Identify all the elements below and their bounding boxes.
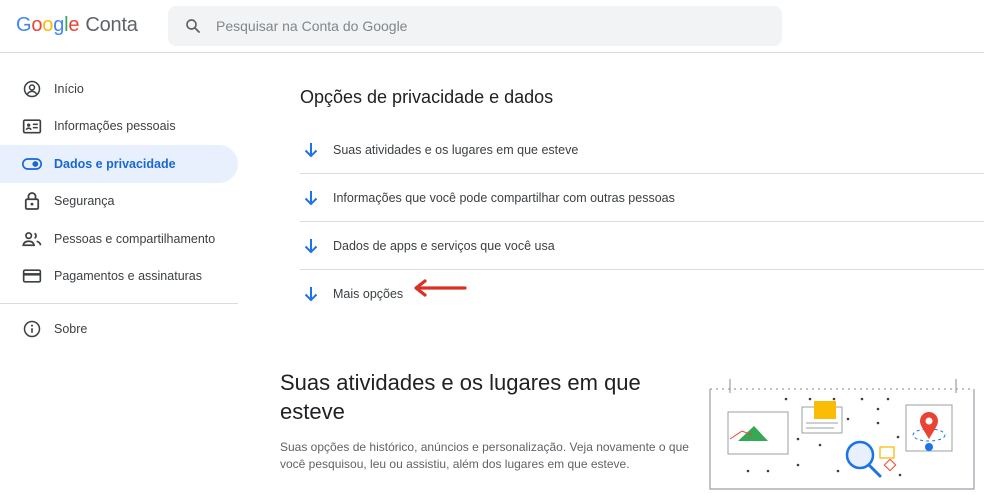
sidebar-item-pagamentos-e-assinaturas[interactable]: Pagamentos e assinaturas <box>0 258 238 296</box>
account-circle-icon <box>22 79 42 99</box>
option-label: Suas atividades e os lugares em que este… <box>333 142 579 157</box>
sidebar-item-pessoas-e-compartilhamento[interactable]: Pessoas e compartilhamento <box>0 220 238 258</box>
sidebar-item-label: Pessoas e compartilhamento <box>54 231 216 246</box>
option-informacoes-compartilhar[interactable]: Informações que você pode compartilhar c… <box>300 174 984 222</box>
privacy-options-list: Suas atividades e os lugares em que este… <box>300 126 984 318</box>
arrow-down-icon <box>301 236 321 256</box>
logo-letter: o <box>31 14 43 36</box>
sidebar-item-inicio[interactable]: Início <box>0 70 238 108</box>
search-box[interactable] <box>168 6 782 46</box>
product-name: Conta <box>85 14 138 36</box>
activity-section-description: Suas opções de histórico, anúncios e per… <box>280 440 689 471</box>
sidebar-divider <box>0 303 238 304</box>
main-content: Opções de privacidade e dados Suas ativi… <box>240 53 984 496</box>
arrow-down-icon <box>301 140 321 160</box>
sidebar-item-label: Dados e privacidade <box>54 156 176 171</box>
logo-letter: G <box>16 14 32 36</box>
logo-letter: g <box>53 14 65 36</box>
credit-card-icon <box>22 266 42 286</box>
sidebar-item-label: Sobre <box>54 321 88 336</box>
option-label: Dados de apps e serviços que você usa <box>333 238 555 253</box>
activity-illustration-icon <box>709 379 975 490</box>
option-dados-de-apps[interactable]: Dados de apps e serviços que você usa <box>300 222 984 270</box>
logo-letter: e <box>68 14 80 36</box>
logo-letter: o <box>42 14 54 36</box>
arrow-down-icon <box>301 284 321 304</box>
info-icon <box>22 319 42 339</box>
search-icon[interactable] <box>184 17 202 35</box>
activity-section-title: Suas atividades e os lugares em que este… <box>280 370 641 424</box>
search-input[interactable] <box>216 6 766 46</box>
sidebar-item-label: Informações pessoais <box>54 119 176 134</box>
sidebar-item-label: Segurança <box>54 194 115 209</box>
id-card-icon <box>22 116 42 136</box>
sidebar-item-seguranca[interactable]: Segurança <box>0 183 238 221</box>
option-label: Mais opções <box>333 287 404 301</box>
google-account-logo[interactable]: Google Conta <box>16 14 138 37</box>
sidebar-item-sobre[interactable]: Sobre <box>0 310 238 348</box>
option-label: Informações que você pode compartilhar c… <box>333 190 675 205</box>
sidebar-item-dados-e-privacidade[interactable]: Dados e privacidade <box>0 145 238 183</box>
arrow-down-icon <box>301 188 321 208</box>
privacy-options-title: Opções de privacidade e dados <box>300 87 554 107</box>
sidebar-item-label: Início <box>54 81 84 96</box>
sidebar-item-informacoes-pessoais[interactable]: Informações pessoais <box>0 108 238 146</box>
top-bar: Google Conta <box>0 0 984 53</box>
option-suas-atividades[interactable]: Suas atividades e os lugares em que este… <box>300 126 984 174</box>
toggle-icon <box>22 154 42 174</box>
option-mais-opcoes[interactable]: Mais opções <box>300 270 984 318</box>
annotation-arrow-icon <box>414 279 467 297</box>
sidebar-item-label: Pagamentos e assinaturas <box>54 269 203 284</box>
lock-icon <box>22 191 42 211</box>
people-icon <box>22 229 42 249</box>
sidebar-nav: Início Informações pessoais Dados e priv… <box>0 70 240 348</box>
